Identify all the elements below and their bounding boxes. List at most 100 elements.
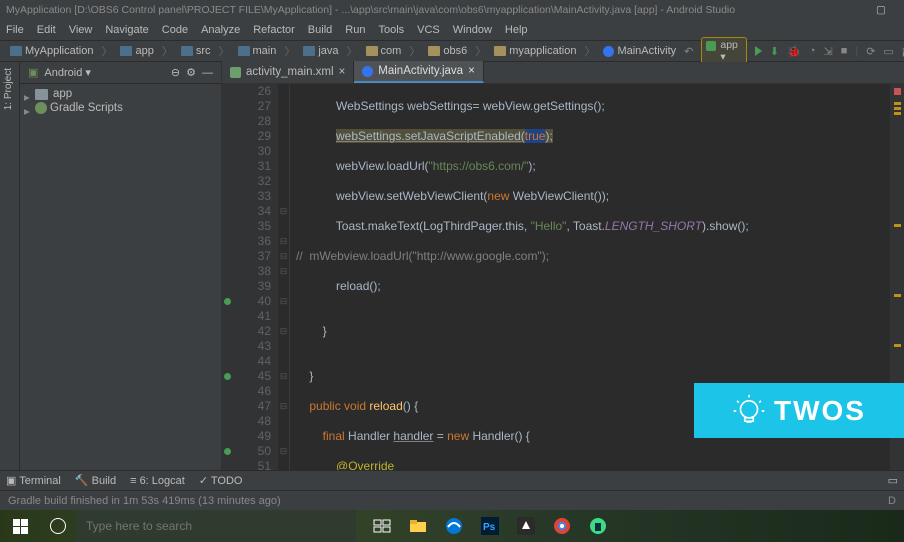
windows-taskbar: Ps <box>0 510 904 542</box>
attach-debugger-icon[interactable]: ⇲ <box>823 45 832 58</box>
menu-refactor[interactable]: Refactor <box>253 24 295 36</box>
tab-activity-main-xml[interactable]: activity_main.xml× <box>222 61 354 83</box>
menu-vcs[interactable]: VCS <box>417 24 440 36</box>
module-icon <box>10 46 22 56</box>
breadcrumb-com[interactable]: com <box>362 44 406 58</box>
taskbar-search[interactable] <box>76 510 356 542</box>
close-tab-icon[interactable]: × <box>339 66 346 78</box>
project-tree[interactable]: ▸ app ▸ Gradle Scripts <box>20 84 221 118</box>
todo-tool-button[interactable]: ✓ TODO <box>199 474 243 487</box>
lightbulb-icon <box>732 394 766 428</box>
menu-analyze[interactable]: Analyze <box>201 24 240 36</box>
gutter-marks <box>222 84 234 470</box>
edge-icon[interactable] <box>438 512 470 540</box>
override-gutter-icon[interactable] <box>224 448 231 455</box>
tree-item-gradle[interactable]: ▸ Gradle Scripts <box>24 101 217 115</box>
chevron-right-icon[interactable]: ▸ <box>24 90 32 98</box>
badge-text: TWOS <box>774 395 866 427</box>
stop-icon[interactable]: ■ <box>841 45 848 57</box>
override-gutter-icon[interactable] <box>224 373 231 380</box>
back-icon[interactable]: ↶ <box>684 45 693 58</box>
chevron-right-icon[interactable]: ▸ <box>24 104 32 112</box>
project-sidebar: ▣ Android ▾ ⊖ ⚙ — ▸ app ▸ Gradle Scripts <box>20 62 222 470</box>
warning-marker[interactable] <box>894 112 901 115</box>
start-button[interactable] <box>0 510 40 542</box>
run-config-selector[interactable]: app ▾ <box>701 37 747 65</box>
breadcrumb-class[interactable]: MainActivity <box>599 44 680 58</box>
override-gutter-icon[interactable] <box>224 298 231 305</box>
folder-icon <box>238 46 250 56</box>
cortana-ring-icon <box>50 518 66 534</box>
line-numbers: 2627282930313233343536373839404142434445… <box>234 84 278 470</box>
menu-build[interactable]: Build <box>308 24 332 36</box>
android-icon: ▣ <box>28 66 38 79</box>
logcat-tool-button[interactable]: ≡ 6: Logcat <box>130 475 185 487</box>
tab-mainactivity-java[interactable]: MainActivity.java× <box>354 61 484 83</box>
breadcrumb-src[interactable]: src <box>177 44 215 58</box>
warning-marker[interactable] <box>894 294 901 297</box>
menu-code[interactable]: Code <box>162 24 188 36</box>
menu-help[interactable]: Help <box>505 24 528 36</box>
sidebar-view-selector[interactable]: Android ▾ <box>44 66 165 79</box>
warning-marker[interactable] <box>894 102 901 105</box>
menu-window[interactable]: Window <box>453 24 492 36</box>
search-input[interactable] <box>86 519 346 533</box>
hide-icon[interactable]: — <box>202 67 213 79</box>
file-explorer-icon[interactable] <box>402 512 434 540</box>
avd-icon[interactable]: ▭ <box>883 45 893 58</box>
terminal-tool-button[interactable]: ▣ Terminal <box>6 474 61 487</box>
folder-icon <box>494 46 506 56</box>
tree-item-app[interactable]: ▸ app <box>24 87 217 101</box>
navigation-bar: MyApplication〉 app〉 src〉 main〉 java〉 com… <box>0 40 904 62</box>
menu-view[interactable]: View <box>69 24 93 36</box>
breadcrumb-root[interactable]: MyApplication <box>6 44 97 58</box>
breadcrumb-main[interactable]: main <box>234 44 281 58</box>
menu-edit[interactable]: Edit <box>37 24 56 36</box>
bottom-tool-window-bar: ▣ Terminal 🔨 Build ≡ 6: Logcat ✓ TODO ▭ <box>0 470 904 490</box>
breadcrumb-app[interactable]: app <box>116 44 157 58</box>
collapse-icon[interactable]: ⊖ <box>171 66 180 79</box>
project-tool-button[interactable]: 1: Project <box>0 62 17 116</box>
maximize-button[interactable]: ▢ <box>864 0 898 20</box>
taskview-icon <box>373 519 391 533</box>
debug-icon[interactable]: 🐞 <box>787 45 801 58</box>
photoshop-icon[interactable]: Ps <box>474 512 506 540</box>
settings-gear-icon[interactable]: ⚙ <box>186 66 196 79</box>
fold-column[interactable]: ⊟⊟⊟⊟⊟⊟⊟⊟⊟⊟⊟⊟⊟⊟ <box>278 84 290 470</box>
status-bar: Gradle build finished in 1m 53s 419ms (1… <box>0 490 904 510</box>
event-log-button[interactable]: ▭ <box>888 474 898 487</box>
build-tool-button[interactable]: 🔨 Build <box>75 474 116 487</box>
folder-icon <box>366 46 378 56</box>
app-icon[interactable] <box>510 512 542 540</box>
module-icon <box>35 89 48 100</box>
breadcrumb-obs6[interactable]: obs6 <box>424 44 471 58</box>
window-controls: – ▢ × <box>864 0 898 20</box>
menu-file[interactable]: File <box>6 24 24 36</box>
close-tab-icon[interactable]: × <box>468 65 475 77</box>
breadcrumb-pkg[interactable]: myapplication <box>490 44 580 58</box>
menu-navigate[interactable]: Navigate <box>105 24 148 36</box>
title-bar: MyApplication [D:\OBS6 Control panel\PRO… <box>0 0 904 20</box>
gradle-icon <box>35 102 47 114</box>
cortana-button[interactable] <box>40 510 76 542</box>
tool-window-strip-left[interactable]: 1: Project <box>0 62 20 470</box>
run-button[interactable] <box>755 46 762 56</box>
android-studio-icon[interactable] <box>582 512 614 540</box>
toolbar-right: ↶ app ▾ ⬇ 🐞 ◔ ⇲ ■ | ⟳ ▭ ⬓ ⊞ 🔍 <box>684 37 904 65</box>
warning-marker[interactable] <box>894 224 901 227</box>
warning-marker[interactable] <box>894 344 901 347</box>
menu-run[interactable]: Run <box>345 24 365 36</box>
error-marker[interactable] <box>894 88 901 95</box>
chrome-icon[interactable] <box>546 512 578 540</box>
profiler-icon[interactable]: ◔ <box>809 45 816 57</box>
breadcrumb-java[interactable]: java <box>299 44 342 58</box>
apply-changes-icon[interactable]: ⬇ <box>770 45 779 58</box>
task-view-icon[interactable] <box>366 512 398 540</box>
menu-tools[interactable]: Tools <box>378 24 404 36</box>
sync-icon[interactable]: ⟳ <box>866 45 875 58</box>
editor-tabs: activity_main.xml× MainActivity.java× <box>222 62 904 84</box>
folder-icon <box>181 46 193 56</box>
warning-marker[interactable] <box>894 107 901 110</box>
folder-icon <box>303 46 315 56</box>
sidebar-header: ▣ Android ▾ ⊖ ⚙ — <box>20 62 221 84</box>
